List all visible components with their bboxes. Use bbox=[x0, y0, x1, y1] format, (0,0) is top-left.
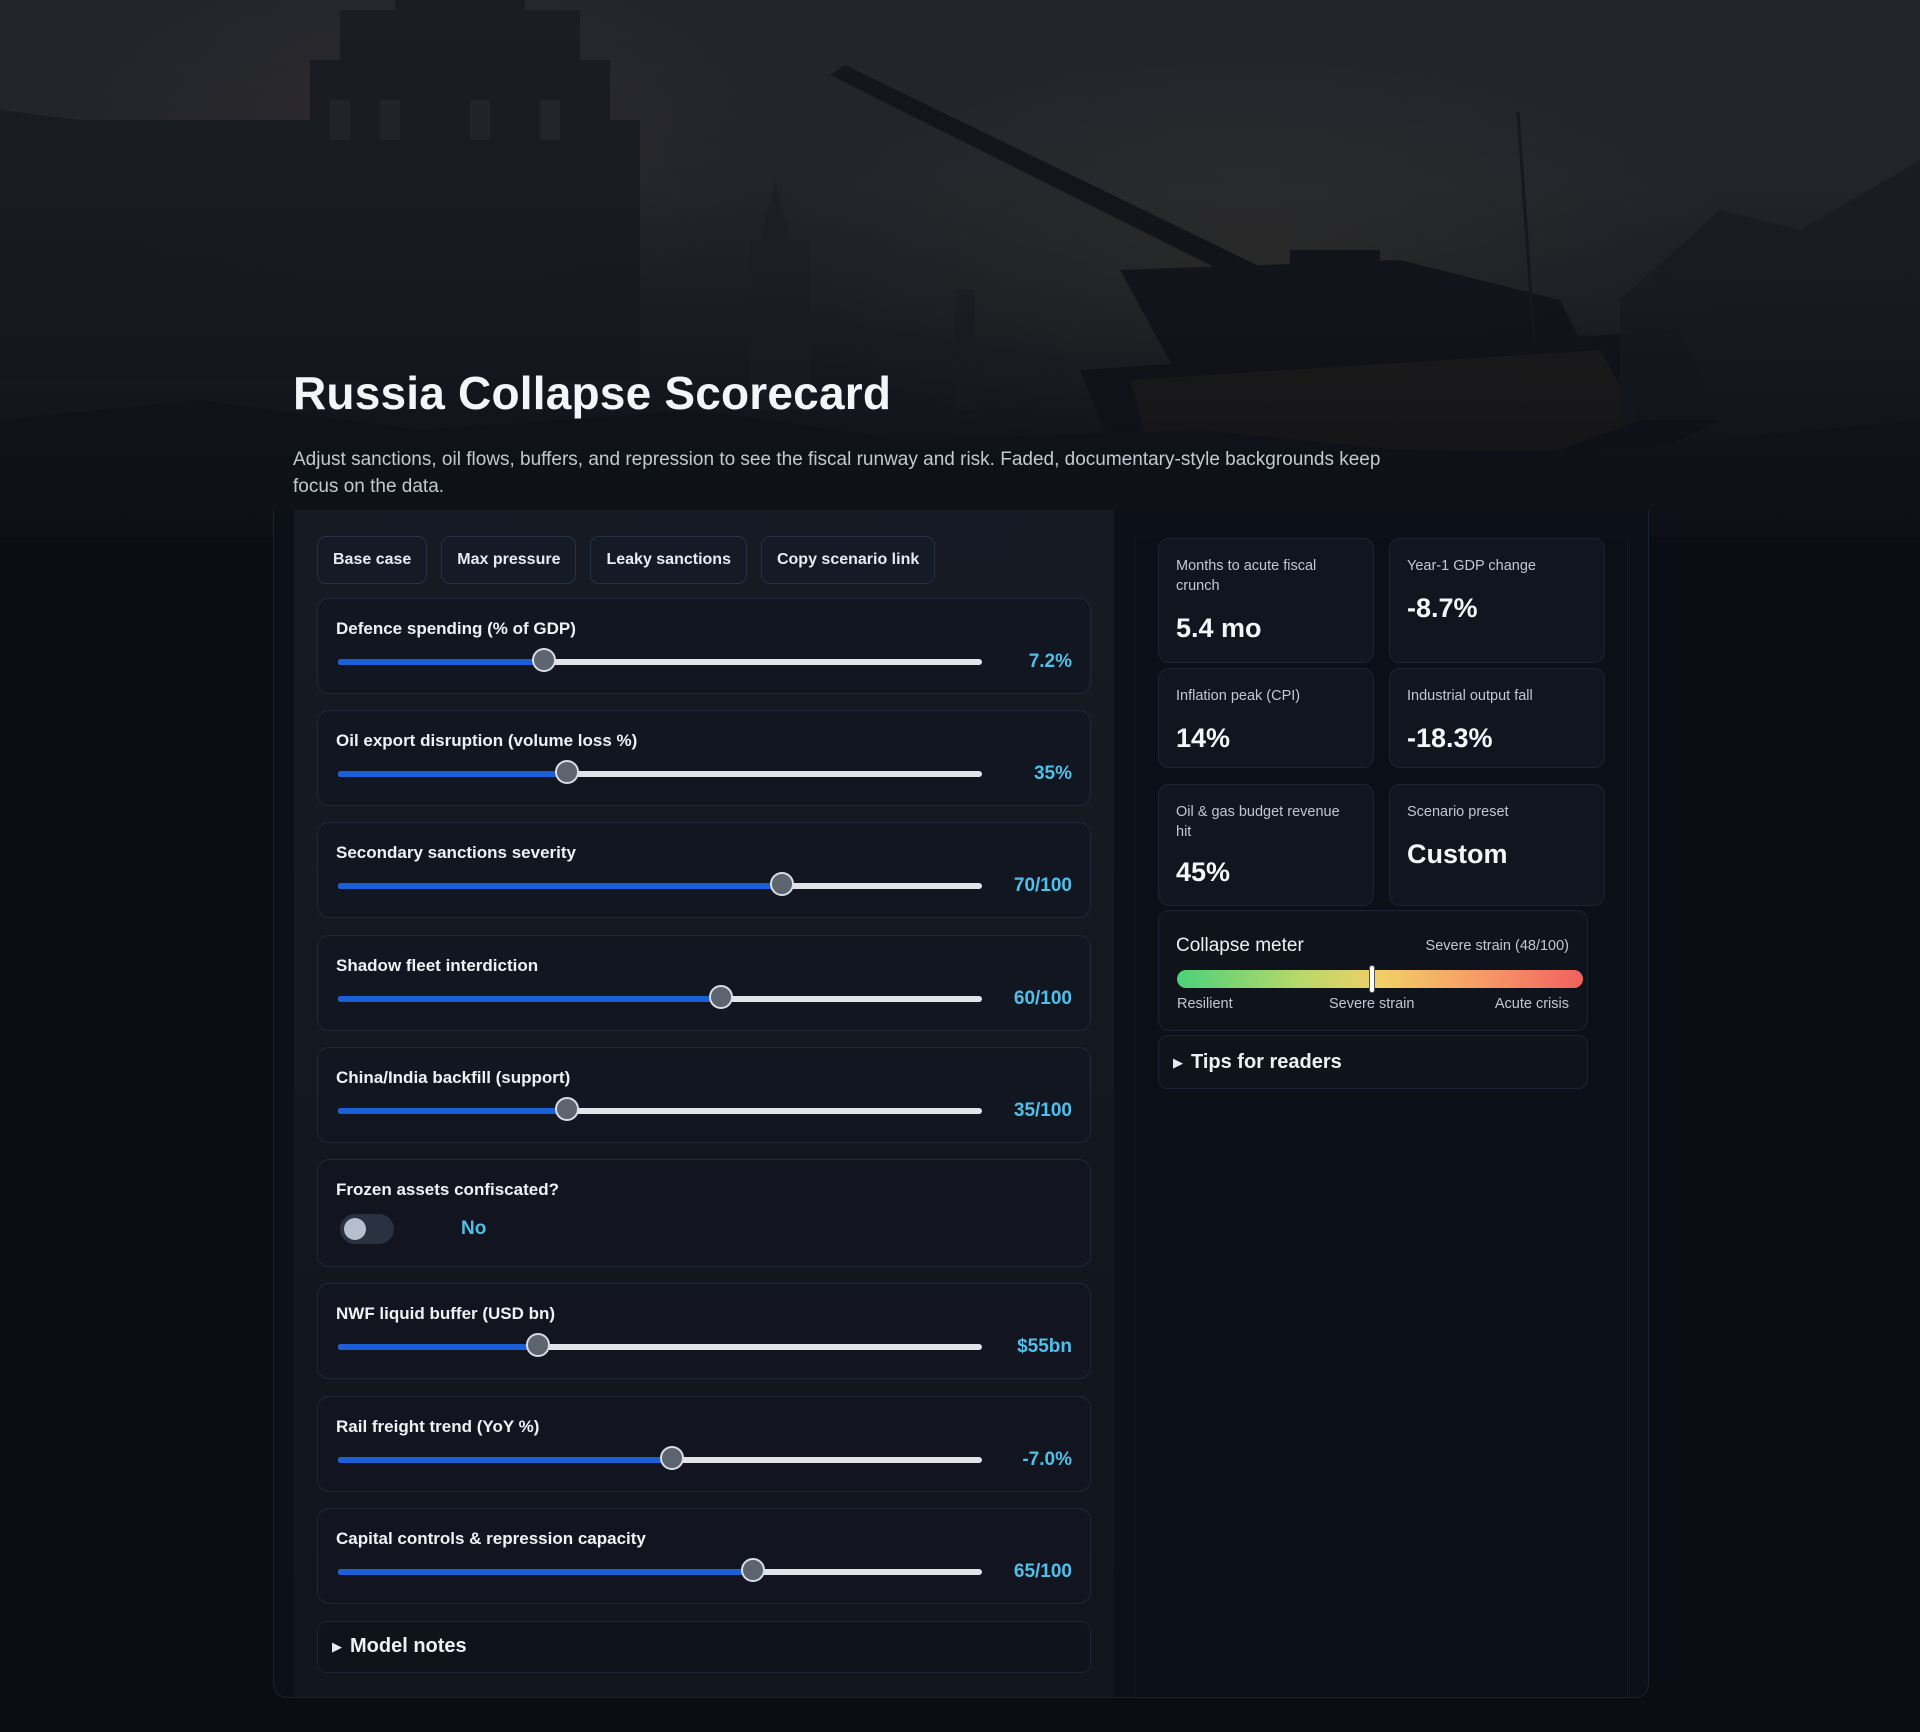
slider-label: Rail freight trend (YoY %) bbox=[336, 1417, 540, 1436]
slider-fill bbox=[338, 1457, 672, 1463]
slider-thumb[interactable] bbox=[554, 760, 579, 784]
slider-track[interactable] bbox=[338, 985, 982, 1009]
stat-value: 14% bbox=[1176, 723, 1231, 753]
meter-gradient-bar bbox=[1177, 966, 1583, 992]
collapse-meter: Collapse meter Severe strain (48/100) Re… bbox=[1158, 910, 1588, 1031]
preset-toolbar: Base case Max pressure Leaky sanctions C… bbox=[317, 536, 936, 584]
slider-track[interactable] bbox=[338, 648, 982, 672]
tips-label: Tips for readers bbox=[1191, 1051, 1342, 1073]
slider-track[interactable] bbox=[338, 1446, 982, 1470]
slider-fill bbox=[338, 883, 783, 889]
stat-gdp-change: Year-1 GDP change -8.7% bbox=[1389, 538, 1605, 663]
slider-value: 35/100 bbox=[1013, 1100, 1072, 1121]
slider-track[interactable] bbox=[338, 872, 982, 896]
slider-track[interactable] bbox=[338, 760, 982, 784]
slider-rail-freight: Rail freight trend (YoY %) -7.0% bbox=[317, 1396, 1091, 1492]
stat-label: Year-1 GDP change bbox=[1407, 558, 1536, 574]
slider-fill bbox=[338, 771, 567, 777]
slider-value: $55bn bbox=[1017, 1336, 1072, 1357]
stat-value: 45% bbox=[1176, 857, 1231, 887]
meter-status: Severe strain (48/100) bbox=[1425, 938, 1569, 954]
slider-oil-export-disruption: Oil export disruption (volume loss %) 35… bbox=[317, 710, 1091, 806]
toggle-label: Frozen assets confiscated? bbox=[336, 1180, 559, 1199]
stat-value: -8.7% bbox=[1407, 593, 1478, 623]
meter-label-severe-strain: Severe strain bbox=[1329, 996, 1415, 1012]
slider-value: 60/100 bbox=[1013, 988, 1072, 1009]
slider-value: 7.2% bbox=[1028, 651, 1072, 672]
stat-value: Custom bbox=[1407, 839, 1508, 869]
slider-thumb[interactable] bbox=[532, 648, 557, 672]
toggle-value: No bbox=[461, 1218, 487, 1239]
stat-label: Oil & gas budget revenue hit bbox=[1176, 804, 1340, 840]
tips-disclosure[interactable]: ▶ Tips for readers bbox=[1158, 1035, 1588, 1089]
model-notes-disclosure[interactable]: ▶ Model notes bbox=[317, 1621, 1091, 1673]
caret-right-icon: ▶ bbox=[332, 1639, 342, 1654]
slider-label: Oil export disruption (volume loss %) bbox=[336, 731, 638, 750]
frozen-assets-toggle[interactable] bbox=[340, 1214, 394, 1244]
page-subtitle: Adjust sanctions, oil flows, buffers, an… bbox=[293, 449, 1381, 497]
stat-industrial-output: Industrial output fall -18.3% bbox=[1389, 668, 1605, 768]
caret-right-icon: ▶ bbox=[1173, 1055, 1183, 1070]
slider-fill bbox=[338, 1108, 567, 1114]
stat-label: Months to acute fiscal crunch bbox=[1176, 558, 1317, 594]
slider-thumb[interactable] bbox=[554, 1097, 579, 1121]
model-notes-label: Model notes bbox=[350, 1635, 467, 1657]
slider-label: Defence spending (% of GDP) bbox=[336, 619, 576, 638]
stat-oil-gas-revenue-hit: Oil & gas budget revenue hit 45% bbox=[1158, 784, 1374, 906]
slider-label: Shadow fleet interdiction bbox=[336, 956, 539, 975]
slider-value: 35% bbox=[1033, 763, 1072, 784]
slider-label: China/India backfill (support) bbox=[336, 1068, 571, 1087]
slider-track[interactable] bbox=[338, 1558, 982, 1582]
slider-label: NWF liquid buffer (USD bn) bbox=[336, 1304, 556, 1323]
scorecard-card: Base case Max pressure Leaky sanctions C… bbox=[273, 510, 1649, 1698]
slider-china-india-backfill: China/India backfill (support) 35/100 bbox=[317, 1047, 1091, 1143]
toggle-knob bbox=[344, 1218, 366, 1240]
slider-value: -7.0% bbox=[1022, 1449, 1072, 1470]
slider-secondary-sanctions: Secondary sanctions severity 70/100 bbox=[317, 822, 1091, 918]
leaky-sanctions-button[interactable]: Leaky sanctions bbox=[590, 536, 747, 584]
slider-capital-controls: Capital controls & repression capacity 6… bbox=[317, 1508, 1091, 1604]
page-title: Russia Collapse Scorecard bbox=[293, 367, 892, 419]
slider-thumb[interactable] bbox=[741, 1558, 766, 1582]
slider-nwf-buffer: NWF liquid buffer (USD bn) $55bn bbox=[317, 1283, 1091, 1379]
slider-fill bbox=[338, 1569, 754, 1575]
slider-label: Secondary sanctions severity bbox=[336, 843, 577, 862]
slider-track[interactable] bbox=[338, 1333, 982, 1357]
stat-label: Scenario preset bbox=[1407, 804, 1509, 820]
slider-thumb[interactable] bbox=[709, 985, 734, 1009]
base-case-button[interactable]: Base case bbox=[317, 536, 428, 584]
slider-fill bbox=[338, 659, 545, 665]
meter-marker bbox=[1369, 966, 1374, 992]
slider-thumb[interactable] bbox=[770, 872, 795, 896]
max-pressure-button[interactable]: Max pressure bbox=[441, 536, 577, 584]
slider-shadow-fleet: Shadow fleet interdiction 60/100 bbox=[317, 935, 1091, 1031]
stat-months-to-crunch: Months to acute fiscal crunch 5.4 mo bbox=[1158, 538, 1374, 663]
toggle-frozen-assets: Frozen assets confiscated? No bbox=[317, 1159, 1091, 1267]
slider-fill bbox=[338, 1344, 538, 1350]
meter-title: Collapse meter bbox=[1176, 935, 1304, 956]
slider-thumb[interactable] bbox=[659, 1446, 684, 1470]
meter-label-acute-crisis: Acute crisis bbox=[1494, 996, 1569, 1012]
slider-value: 65/100 bbox=[1013, 1561, 1072, 1582]
slider-track[interactable] bbox=[338, 1097, 982, 1121]
slider-label: Capital controls & repression capacity bbox=[336, 1529, 646, 1548]
stat-label: Inflation peak (CPI) bbox=[1176, 688, 1301, 704]
stat-value: -18.3% bbox=[1407, 723, 1493, 753]
hero-banner: Russia Collapse Scorecard Adjust sanctio… bbox=[0, 0, 1920, 537]
slider-defence-spending: Defence spending (% of GDP) 7.2% bbox=[317, 598, 1091, 694]
slider-thumb[interactable] bbox=[525, 1333, 550, 1357]
stat-scenario-preset: Scenario preset Custom bbox=[1389, 784, 1605, 906]
slider-value: 70/100 bbox=[1013, 875, 1072, 896]
stat-value: 5.4 mo bbox=[1176, 613, 1262, 643]
meter-label-resilient: Resilient bbox=[1177, 996, 1233, 1012]
stat-label: Industrial output fall bbox=[1407, 688, 1533, 704]
copy-scenario-link-button[interactable]: Copy scenario link bbox=[760, 536, 936, 584]
slider-fill bbox=[338, 996, 722, 1002]
stat-inflation-peak: Inflation peak (CPI) 14% bbox=[1158, 668, 1374, 768]
